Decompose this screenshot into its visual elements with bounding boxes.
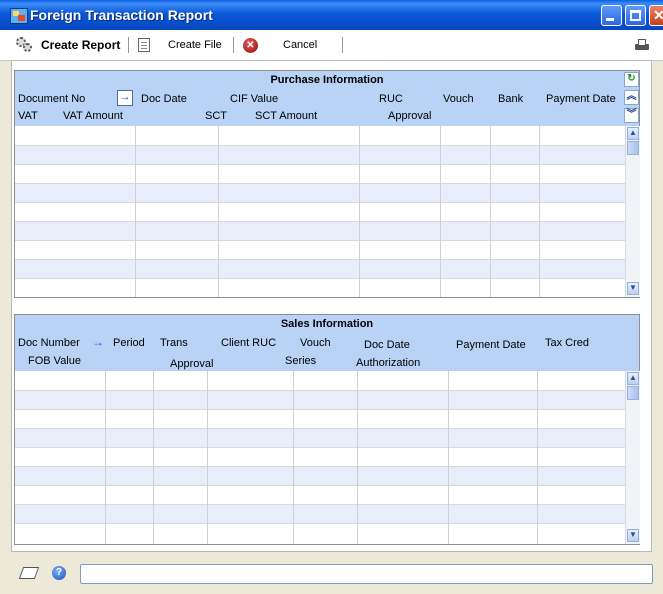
col-tax-cred[interactable]: Tax Cred <box>545 337 589 349</box>
sales-grid: Sales Information Doc Number → Period Tr… <box>14 314 640 545</box>
app-icon <box>10 8 28 24</box>
col-cif-value[interactable]: CIF Value <box>230 93 278 105</box>
col-vouch[interactable]: Vouch <box>300 337 331 349</box>
create-report-button[interactable]: Create Report <box>16 30 120 60</box>
maximize-button[interactable] <box>625 5 646 26</box>
col-payment-date[interactable]: Payment Date <box>456 339 526 351</box>
scroll-up-icon[interactable]: ▲ <box>627 127 639 140</box>
purchase-grid-body[interactable] <box>15 126 625 297</box>
col-sct-amount[interactable]: SCT Amount <box>255 110 317 122</box>
col-series[interactable]: Series <box>285 355 316 367</box>
report-window: Foreign Transaction Report ✕ Create Repo… <box>0 0 663 594</box>
scroll-thumb[interactable] <box>627 386 639 400</box>
create-file-button[interactable]: Create File <box>138 30 222 60</box>
sales-grid-header: Sales Information Doc Number → Period Tr… <box>15 315 639 371</box>
col-payment-date[interactable]: Payment Date <box>546 93 616 105</box>
printer-icon <box>634 38 650 52</box>
title-bar: Foreign Transaction Report ✕ <box>0 0 663 30</box>
toolbar: Create Report Create File ✕ Cancel <box>0 30 663 61</box>
gears-icon <box>16 37 34 53</box>
col-trans[interactable]: Trans <box>160 337 188 349</box>
close-icon: ✕ <box>653 7 663 23</box>
minimize-button[interactable] <box>601 5 622 26</box>
purchase-section-title: Purchase Information <box>270 74 384 86</box>
toolbar-separator <box>233 37 234 53</box>
col-approval[interactable]: Approval <box>388 110 431 122</box>
create-report-label: Create Report <box>41 38 121 52</box>
col-doc-date[interactable]: Doc Date <box>364 339 410 351</box>
col-client-ruc[interactable]: Client RUC <box>221 337 276 349</box>
col-doc-number[interactable]: Doc Number <box>18 337 80 349</box>
expand-icon[interactable]: ︾ <box>624 108 639 123</box>
toolbar-separator <box>128 37 129 53</box>
expand-arrow-button[interactable]: → <box>92 335 104 349</box>
cancel-button[interactable]: ✕ Cancel <box>243 30 317 60</box>
col-authorization[interactable]: Authorization <box>356 357 420 369</box>
col-document-no[interactable]: Document No <box>18 93 85 105</box>
col-doc-date[interactable]: Doc Date <box>141 93 187 105</box>
toolbar-separator <box>342 37 343 53</box>
purchase-grid-header: Purchase Information Document No → Doc D… <box>15 71 639 126</box>
document-icon <box>138 38 150 52</box>
col-vat[interactable]: VAT <box>18 110 38 122</box>
close-button[interactable]: ✕ <box>649 5 663 26</box>
minimize-icon <box>606 18 614 21</box>
scroll-thumb[interactable] <box>627 141 639 155</box>
status-field[interactable] <box>80 564 653 584</box>
scroll-up-icon[interactable]: ▲ <box>627 372 639 385</box>
col-period[interactable]: Period <box>113 337 145 349</box>
col-fob-value[interactable]: FOB Value <box>28 355 81 367</box>
col-bank[interactable]: Bank <box>498 93 523 105</box>
refresh-icon[interactable]: ↻ <box>624 72 639 87</box>
cancel-label: Cancel <box>283 39 318 51</box>
scroll-down-icon[interactable]: ▼ <box>627 282 639 295</box>
window-title: Foreign Transaction Report <box>30 7 213 23</box>
sales-grid-body[interactable] <box>15 371 625 544</box>
scroll-down-icon[interactable]: ▼ <box>627 529 639 542</box>
create-file-label: Create File <box>168 39 222 51</box>
cancel-icon: ✕ <box>243 37 258 53</box>
purchase-grid: Purchase Information Document No → Doc D… <box>14 70 640 298</box>
col-vouch[interactable]: Vouch <box>443 93 474 105</box>
maximize-icon <box>630 10 641 21</box>
col-approval[interactable]: Approval <box>170 358 213 370</box>
sales-section-title: Sales Information <box>280 318 374 330</box>
col-sct[interactable]: SCT <box>205 110 227 122</box>
col-vat-amount[interactable]: VAT Amount <box>63 110 123 122</box>
col-ruc[interactable]: RUC <box>379 93 403 105</box>
purchase-scrollbar[interactable]: ▲ ▼ <box>625 126 640 297</box>
expand-arrow-button[interactable]: → <box>117 90 133 106</box>
help-icon[interactable]: ? <box>52 566 66 580</box>
sales-scrollbar[interactable]: ▲ ▼ <box>625 371 640 544</box>
print-button[interactable] <box>634 30 650 60</box>
collapse-icon[interactable]: ︽ <box>624 90 639 105</box>
